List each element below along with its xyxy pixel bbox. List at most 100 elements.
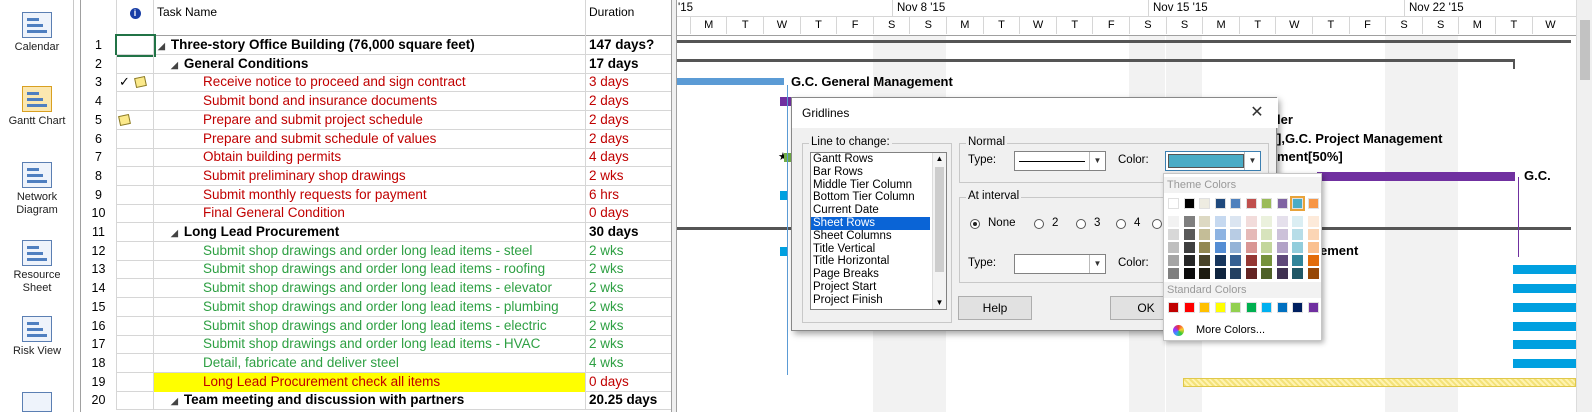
table-row[interactable]: 18 Detail, fabricate and deliver steel 4 w… bbox=[81, 353, 672, 373]
duration-cell[interactable]: 2 days bbox=[586, 111, 672, 130]
viewbar-item-resource-sheet[interactable]: Resource Sheet bbox=[0, 240, 74, 295]
row-id-cell[interactable]: 15 bbox=[81, 297, 117, 317]
theme-shade-swatch[interactable] bbox=[1183, 268, 1195, 279]
task-name-cell[interactable]: Prepare and submit schedule of values bbox=[154, 129, 586, 149]
theme-shade-swatch[interactable] bbox=[1199, 229, 1210, 240]
task-name-cell[interactable]: Submit bond and insurance documents bbox=[154, 92, 586, 112]
duration-cell[interactable]: 2 wks bbox=[586, 317, 672, 336]
row-id-cell[interactable]: 10 bbox=[81, 204, 117, 224]
interval-radio-3[interactable] bbox=[1076, 219, 1086, 229]
indicators-header[interactable]: i bbox=[117, 0, 154, 36]
theme-shade-swatch[interactable] bbox=[1307, 216, 1319, 227]
table-row[interactable]: 1 ◢ Three-story Office Building (76,000 sq… bbox=[81, 34, 672, 57]
viewbar-item-more[interactable] bbox=[22, 392, 52, 412]
theme-shade-swatch[interactable] bbox=[1199, 242, 1210, 253]
duration-cell[interactable]: 30 days bbox=[586, 223, 672, 242]
row-id-cell[interactable]: 7 bbox=[81, 148, 117, 168]
viewbar-item-gantt-chart[interactable]: Gantt Chart bbox=[0, 86, 74, 128]
row-id-cell[interactable]: 2 bbox=[81, 54, 117, 74]
list-item[interactable]: Title Horizontal bbox=[811, 255, 930, 268]
theme-shade-swatch[interactable] bbox=[1199, 268, 1210, 279]
duration-cell[interactable]: 2 wks bbox=[586, 242, 672, 261]
table-row[interactable]: 5 Prepare and submit project schedule 2 da… bbox=[81, 110, 672, 130]
table-row[interactable]: 3 ✓ Receive notice to proceed and sign con… bbox=[81, 73, 672, 93]
viewbar-item-risk-view[interactable]: Risk View bbox=[0, 316, 74, 358]
table-row[interactable]: 11 ◢ Long Lead Procurement 30 days bbox=[81, 223, 672, 242]
theme-shade-swatch[interactable] bbox=[1230, 255, 1241, 266]
duration-cell[interactable]: 2 wks bbox=[586, 167, 672, 186]
duration-header[interactable]: Duration bbox=[586, 0, 672, 36]
task-name-cell[interactable]: Submit shop drawings and order long lead… bbox=[154, 279, 586, 299]
chevron-up-icon[interactable]: ▲ bbox=[933, 153, 946, 165]
task-name-cell[interactable]: ◢ Team meeting and discussion with partne… bbox=[154, 391, 586, 411]
row-id-cell[interactable]: 1 bbox=[81, 36, 117, 55]
theme-shade-swatch[interactable] bbox=[1292, 268, 1303, 279]
row-id-cell[interactable]: 4 bbox=[81, 92, 117, 112]
theme-shade-swatch[interactable] bbox=[1276, 242, 1288, 253]
row-id-cell[interactable]: 5 bbox=[81, 110, 117, 130]
task-bar-procurement[interactable] bbox=[1513, 321, 1576, 331]
row-id-cell[interactable]: 3 bbox=[81, 73, 117, 93]
duration-cell[interactable]: 2 days bbox=[586, 92, 672, 111]
list-item[interactable]: Sheet Rows bbox=[811, 216, 930, 230]
task-name-cell[interactable]: Submit shop drawings and order long lead… bbox=[154, 260, 586, 280]
theme-shade-swatch[interactable] bbox=[1261, 216, 1272, 227]
theme-shade-swatch[interactable] bbox=[1245, 255, 1257, 266]
task-bar-procurement[interactable] bbox=[1513, 284, 1576, 294]
select-all-cell[interactable] bbox=[81, 0, 117, 36]
theme-shade-swatch[interactable] bbox=[1214, 242, 1226, 253]
row-id-cell[interactable]: 16 bbox=[81, 316, 117, 336]
table-row[interactable]: 15 Submit shop drawings and order long le… bbox=[81, 297, 672, 317]
theme-shade-swatch[interactable] bbox=[1214, 229, 1226, 240]
normal-color-combo[interactable]: ▼ bbox=[1165, 151, 1261, 171]
theme-shade-swatch[interactable] bbox=[1183, 229, 1195, 240]
theme-shade-swatch[interactable] bbox=[1307, 255, 1319, 266]
standard-color-swatch[interactable] bbox=[1183, 302, 1195, 313]
theme-color-swatch[interactable] bbox=[1245, 198, 1257, 209]
table-row[interactable]: 19 Long Lead Procurement check all items 0… bbox=[81, 372, 672, 392]
duration-cell[interactable]: 2 wks bbox=[586, 260, 672, 279]
theme-shade-swatch[interactable] bbox=[1307, 268, 1319, 279]
theme-color-swatch[interactable] bbox=[1199, 198, 1210, 209]
interval-radio-4[interactable] bbox=[1116, 219, 1126, 229]
task-bar-procurement[interactable] bbox=[1513, 265, 1576, 275]
task-bar-row8[interactable] bbox=[1317, 171, 1515, 181]
task-bar-row3[interactable] bbox=[677, 78, 784, 86]
task-name-cell[interactable]: Detail, fabricate and deliver steel bbox=[154, 353, 586, 373]
table-row[interactable]: 7 Obtain building permits 4 days bbox=[81, 148, 672, 168]
table-row[interactable]: 12 Submit shop drawings and order long le… bbox=[81, 241, 672, 261]
list-item[interactable]: Page Breaks bbox=[811, 268, 930, 281]
theme-color-swatch[interactable] bbox=[1307, 198, 1319, 209]
theme-color-swatch[interactable] bbox=[1168, 198, 1179, 209]
standard-color-swatch[interactable] bbox=[1307, 302, 1319, 313]
theme-shade-swatch[interactable] bbox=[1199, 255, 1210, 266]
duration-cell[interactable]: 0 days bbox=[586, 373, 672, 392]
theme-shade-swatch[interactable] bbox=[1276, 216, 1288, 227]
close-icon[interactable]: ✕ bbox=[1246, 102, 1268, 124]
line-to-change-list[interactable]: Gantt Rows Bar Rows Middle Tier Column Bott… bbox=[810, 152, 947, 310]
table-row[interactable]: 17 Submit shop drawings and order long le… bbox=[81, 335, 672, 355]
theme-shade-swatch[interactable] bbox=[1276, 268, 1288, 279]
list-item[interactable]: Project Start bbox=[811, 281, 930, 294]
duration-cell[interactable]: 147 days? bbox=[586, 36, 672, 55]
scrollbar-thumb[interactable] bbox=[935, 167, 944, 272]
theme-shade-swatch[interactable] bbox=[1183, 242, 1195, 253]
theme-shade-swatch[interactable] bbox=[1168, 242, 1179, 253]
theme-shade-swatch[interactable] bbox=[1230, 242, 1241, 253]
interval-type-combo[interactable]: ▼ bbox=[1014, 254, 1106, 274]
note-icon[interactable] bbox=[118, 113, 131, 126]
list-item[interactable]: Gantt Rows bbox=[811, 153, 930, 166]
table-row[interactable]: 6 Prepare and submit schedule of values 2 … bbox=[81, 129, 672, 149]
duration-cell[interactable]: 3 days bbox=[586, 73, 672, 92]
task-name-cell[interactable]: Submit preliminary shop drawings bbox=[154, 166, 586, 186]
standard-color-swatch[interactable] bbox=[1199, 302, 1210, 313]
theme-shade-swatch[interactable] bbox=[1214, 255, 1226, 266]
duration-cell[interactable]: 2 wks bbox=[586, 279, 672, 298]
task-name-cell[interactable]: Prepare and submit project schedule bbox=[154, 110, 586, 130]
standard-color-swatch[interactable] bbox=[1292, 302, 1303, 313]
task-name-cell[interactable]: Submit shop drawings and order long lead… bbox=[154, 316, 586, 336]
theme-color-swatch[interactable] bbox=[1276, 198, 1288, 209]
table-row[interactable]: 4 Submit bond and insurance documents 2 da… bbox=[81, 92, 672, 112]
theme-shade-swatch[interactable] bbox=[1168, 255, 1179, 266]
theme-shade-swatch[interactable] bbox=[1183, 255, 1195, 266]
